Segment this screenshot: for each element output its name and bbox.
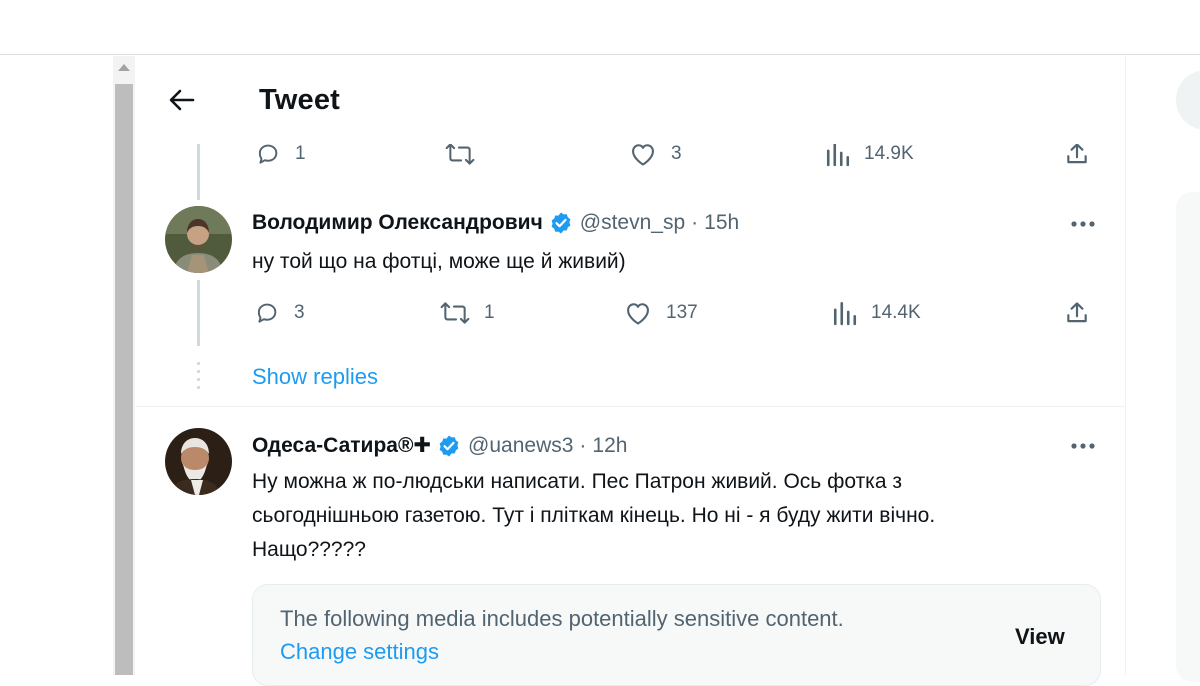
author-name[interactable]: Володимир Олександрович bbox=[252, 211, 543, 235]
retweet-icon bbox=[440, 302, 470, 324]
retweet-count: 1 bbox=[484, 302, 495, 323]
thread-dots bbox=[197, 362, 200, 392]
scrollbar-thumb[interactable] bbox=[115, 84, 133, 675]
sidebar-card bbox=[1176, 192, 1200, 682]
share-upload-icon bbox=[1067, 302, 1087, 323]
sidebar-search-box[interactable] bbox=[1176, 70, 1200, 130]
tweet-timestamp[interactable]: 15h bbox=[704, 211, 739, 235]
like-count: 3 bbox=[671, 143, 682, 164]
thread-connector bbox=[197, 280, 200, 346]
tweet-author-row: Володимир Олександрович @stevn_sp · 15h bbox=[252, 211, 739, 235]
avatar[interactable] bbox=[165, 206, 232, 273]
sensitive-media-warning bbox=[252, 584, 1101, 686]
reply-bubble-icon bbox=[257, 303, 277, 323]
reply-count: 1 bbox=[295, 143, 306, 164]
views-button[interactable]: 14.4K bbox=[833, 300, 921, 326]
column-border bbox=[1125, 56, 1126, 675]
tweet-text-line: Нащо????? bbox=[252, 538, 366, 561]
back-button[interactable] bbox=[160, 80, 204, 120]
more-options-button[interactable] bbox=[1066, 429, 1100, 463]
heart-icon bbox=[632, 144, 654, 166]
verified-badge-icon bbox=[439, 435, 459, 456]
avatar[interactable] bbox=[165, 428, 232, 495]
more-dots-icon bbox=[1071, 443, 1095, 449]
tweet-divider bbox=[136, 406, 1125, 407]
retweet-icon bbox=[445, 143, 475, 165]
share-button[interactable] bbox=[1064, 141, 1090, 167]
tweet-author-row: Одеса-Сатира®✚ @uanews3 · 12h bbox=[252, 433, 627, 458]
scroll-up-arrow-icon[interactable] bbox=[118, 64, 130, 71]
sensitive-warning-text: The following media includes potentially… bbox=[280, 606, 844, 631]
tweet-timestamp[interactable]: 12h bbox=[592, 434, 627, 458]
share-upload-icon bbox=[1067, 143, 1087, 164]
view-button[interactable]: View bbox=[1015, 624, 1065, 650]
like-button[interactable]: 3 bbox=[629, 141, 682, 167]
avatar-photo bbox=[165, 428, 232, 495]
more-options-button[interactable] bbox=[1066, 207, 1100, 241]
tweet-text-line: Ну можна ж по-людськи написати. Пес Патр… bbox=[252, 470, 902, 493]
views-button[interactable]: 14.9K bbox=[826, 141, 914, 167]
page-title: Tweet bbox=[259, 84, 341, 116]
retweet-button[interactable] bbox=[445, 141, 489, 167]
separator-dot: · bbox=[579, 433, 587, 457]
arrow-left-icon bbox=[169, 89, 195, 111]
author-handle[interactable]: @stevn_sp bbox=[580, 211, 685, 235]
retweet-button[interactable]: 1 bbox=[440, 300, 495, 326]
reply-button[interactable]: 3 bbox=[254, 300, 305, 326]
more-dots-icon bbox=[1071, 221, 1095, 227]
reply-count: 3 bbox=[294, 302, 305, 323]
change-settings-link[interactable]: Change settings bbox=[280, 639, 439, 665]
share-button[interactable] bbox=[1064, 300, 1090, 326]
author-name[interactable]: Одеса-Сатира®✚ bbox=[252, 433, 431, 458]
author-handle[interactable]: @uanews3 bbox=[468, 434, 573, 458]
tweet-text-line: сьогоднішньою газетою. Тут і пліткам кін… bbox=[252, 504, 936, 527]
reply-bubble-icon bbox=[258, 144, 278, 164]
like-count: 137 bbox=[666, 302, 698, 323]
thread-connector bbox=[197, 144, 200, 200]
heart-icon bbox=[627, 303, 649, 325]
top-divider bbox=[0, 54, 1200, 55]
tweet-text: ну той що на фотці, може ще й живий) bbox=[252, 250, 626, 273]
verified-badge-icon bbox=[551, 212, 571, 234]
bar-chart-icon bbox=[833, 301, 857, 326]
show-replies-link[interactable]: Show replies bbox=[252, 364, 378, 390]
views-count: 14.9K bbox=[864, 143, 914, 164]
views-count: 14.4K bbox=[871, 302, 921, 323]
separator-dot: · bbox=[691, 211, 699, 234]
reply-button[interactable]: 1 bbox=[255, 141, 306, 167]
like-button[interactable]: 137 bbox=[624, 300, 698, 326]
avatar-photo bbox=[165, 206, 232, 273]
bar-chart-icon bbox=[826, 142, 850, 167]
